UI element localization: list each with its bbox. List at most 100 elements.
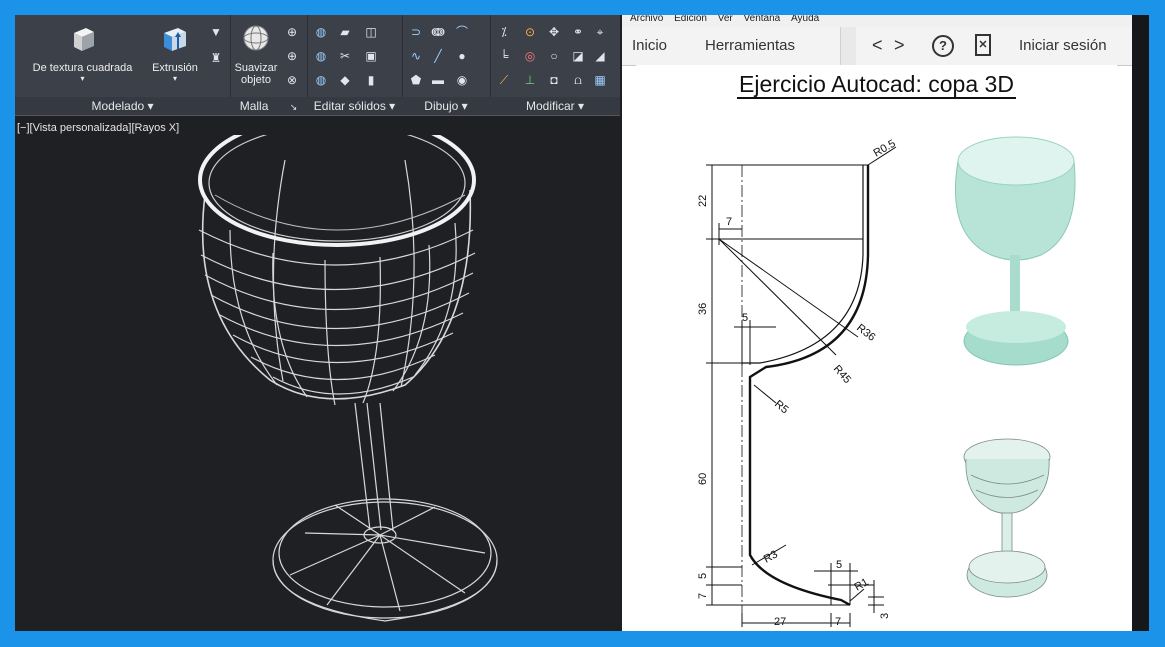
texture-box-label: De textura cuadrada [32,62,133,74]
smooth-object-button[interactable]: Suavizar objeto [232,23,280,86]
move-icon[interactable]: ✥ [546,25,562,39]
smooth-line2: objeto [241,74,271,86]
dim-22: 22 [697,195,709,207]
wireframe-glass-thumbnail [963,438,1051,598]
ribbon-group-dibujo: ⊃ ↈ ⌒ ∿ ╱ ● ⬟ ▬ ◉ Dibujo ▾ [402,15,491,115]
ribbon-group-modelado: De textura cuadrada ▾ Extrusión ▾ ▼ ♜ Mo… [15,15,231,115]
tab-inicio[interactable]: Inicio [632,27,667,65]
hatch-icon[interactable]: ◉ [454,73,470,87]
mesh-smooth-more-icon[interactable]: ⊕ [284,25,300,39]
dim-7-foot: 7 [835,616,841,628]
radius-r36: R36 [854,322,877,344]
extrude-icon [164,28,186,51]
radius-r45: R45 [831,363,853,386]
menu-ventana[interactable]: Ventana [744,15,781,24]
cad-application: De textura cuadrada ▾ Extrusión ▾ ▼ ♜ Mo… [15,15,620,631]
toolbar-separator [840,27,856,65]
group-title-modelado[interactable]: Modelado ▾ [15,97,230,115]
offset-icon[interactable]: ○ [546,49,562,63]
mesh-refine-icon[interactable]: ⊗ [284,73,300,87]
intersect-icon[interactable]: ◍ [313,73,329,87]
menu-edicion[interactable]: Edición [674,15,707,24]
grid-array-icon[interactable]: ▦ [592,73,608,87]
mesh-smooth-less-icon[interactable]: ⊕ [284,49,300,63]
rotate-icon[interactable]: ⊙ [522,25,538,39]
radius-r3: R3 [762,548,780,565]
ribbon-group-editar-solidos: ◍ ▰ ◫ ◍ ✂ ▣ ◍ ◆ ▮ Editar sólidos ▾ [307,15,403,115]
arc-icon[interactable]: ⌒ [454,25,470,39]
radius-r05: R0.5 [872,138,898,160]
document-page: Ejercicio Autocad: copa 3D 22 7 36 5 60 … [636,65,1117,631]
document-icon[interactable]: ✕ [975,34,991,56]
smooth-line1: Suavizar [234,62,278,74]
construction-line-icon[interactable]: ╱ [430,49,446,63]
align-icon[interactable]: ◪ [570,49,586,63]
ribbon: De textura cuadrada ▾ Extrusión ▾ ▼ ♜ Mo… [15,15,620,116]
tab-herramientas[interactable]: Herramientas [697,27,835,65]
dim-7-base: 7 [697,593,709,599]
pin-icon[interactable]: ▼ [208,25,224,39]
dim-27: 27 [774,616,786,628]
cube-icon [73,28,94,51]
menu-ver[interactable]: Ver [718,15,733,24]
group-title-malla[interactable]: Malla ↘ [230,97,307,115]
menu-archivo[interactable]: Archivo [630,15,663,24]
malla-label: Malla [239,99,269,113]
extract-edges-icon[interactable]: ▰ [337,25,353,39]
slice-icon[interactable]: ✂ [337,49,353,63]
login-button[interactable]: Iniciar sesión [1019,27,1107,65]
dialog-launcher-icon[interactable]: ↘ [290,102,298,112]
texture-box-button[interactable]: De textura cuadrada ▾ [25,23,140,83]
mirror-icon[interactable]: ◎ [522,49,538,63]
offset-edge-icon[interactable]: ◫ [363,25,379,39]
radius-r5: R5 [772,398,790,416]
join-icon[interactable]: ⩍ [570,73,586,87]
dim-5-base: 5 [697,573,709,579]
line-icon[interactable]: ⊃ [408,25,424,39]
spline-icon[interactable]: ∿ [408,49,424,63]
scale-icon[interactable]: ⟋ [496,73,512,87]
copy-icon[interactable]: ⚭ [570,25,586,39]
polygon-icon[interactable]: ⬟ [408,73,424,87]
nav-back-button[interactable]: < [872,35,883,55]
viewport-controls-label[interactable]: [−][Vista personalizada][Rayos X] [17,122,179,134]
stack-icon[interactable]: ♜ [208,51,224,65]
radius-r1: R1 [853,576,871,593]
wireframe-glass-model[interactable] [15,113,620,631]
ribbon-group-malla: Suavizar objeto ⊕ ⊕ ⊗ Malla ↘ [230,15,308,115]
window-edge [1132,15,1149,631]
viewer-toolbar: Inicio Herramientas < > ? ✕ Iniciar sesi… [622,27,1132,66]
array-icon[interactable]: ⊥ [522,73,538,87]
group-title-dibujo[interactable]: Dibujo ▾ [402,97,490,115]
rectangle-icon[interactable]: ▬ [430,73,446,87]
dim-3: 3 [879,613,891,619]
union-icon[interactable]: ◍ [313,25,329,39]
menu-bar: Archivo Edición Ver Ventana Ayuda [622,15,1149,27]
extrusion-button[interactable]: Extrusión ▾ [147,23,203,83]
nav-forward-button[interactable]: > [894,35,905,55]
help-icon[interactable]: ? [932,35,954,57]
group-title-editar-solidos[interactable]: Editar sólidos ▾ [307,97,402,115]
trim-icon[interactable]: ⁒ [496,25,512,39]
pdf-viewer: Archivo Edición Ver Ventana Ayuda Inicio… [622,15,1149,631]
dim-5-stem: 5 [742,312,748,324]
subtract-icon[interactable]: ◍ [313,49,329,63]
group-title-modificar[interactable]: Modificar ▾ [490,97,620,115]
menu-ayuda[interactable]: Ayuda [791,15,819,24]
dim-60: 60 [697,473,709,485]
3d-viewport[interactable] [15,113,620,631]
fillet-icon[interactable]: ╘ [496,49,512,63]
circle-icon[interactable]: ● [454,49,470,63]
separate-icon[interactable]: ▮ [363,73,379,87]
chamfer-icon[interactable]: ◢ [592,49,608,63]
extrusion-label: Extrusión [152,62,198,74]
stretch-icon[interactable]: ⌖ [592,25,608,39]
polyline-icon[interactable]: ↈ [430,25,446,39]
dim-7-top: 7 [726,216,732,228]
shell-icon[interactable]: ◆ [337,73,353,87]
dim-5-foot: 5 [836,559,842,571]
technical-drawing: 22 7 36 5 60 5 7 27 7 5 3 R0.5 R36 R45 R… [697,136,1076,628]
explode-icon[interactable]: ◘ [546,73,562,87]
imprint-icon[interactable]: ▣ [363,49,379,63]
screen-frame: De textura cuadrada ▾ Extrusión ▾ ▼ ♜ Mo… [15,15,1149,631]
